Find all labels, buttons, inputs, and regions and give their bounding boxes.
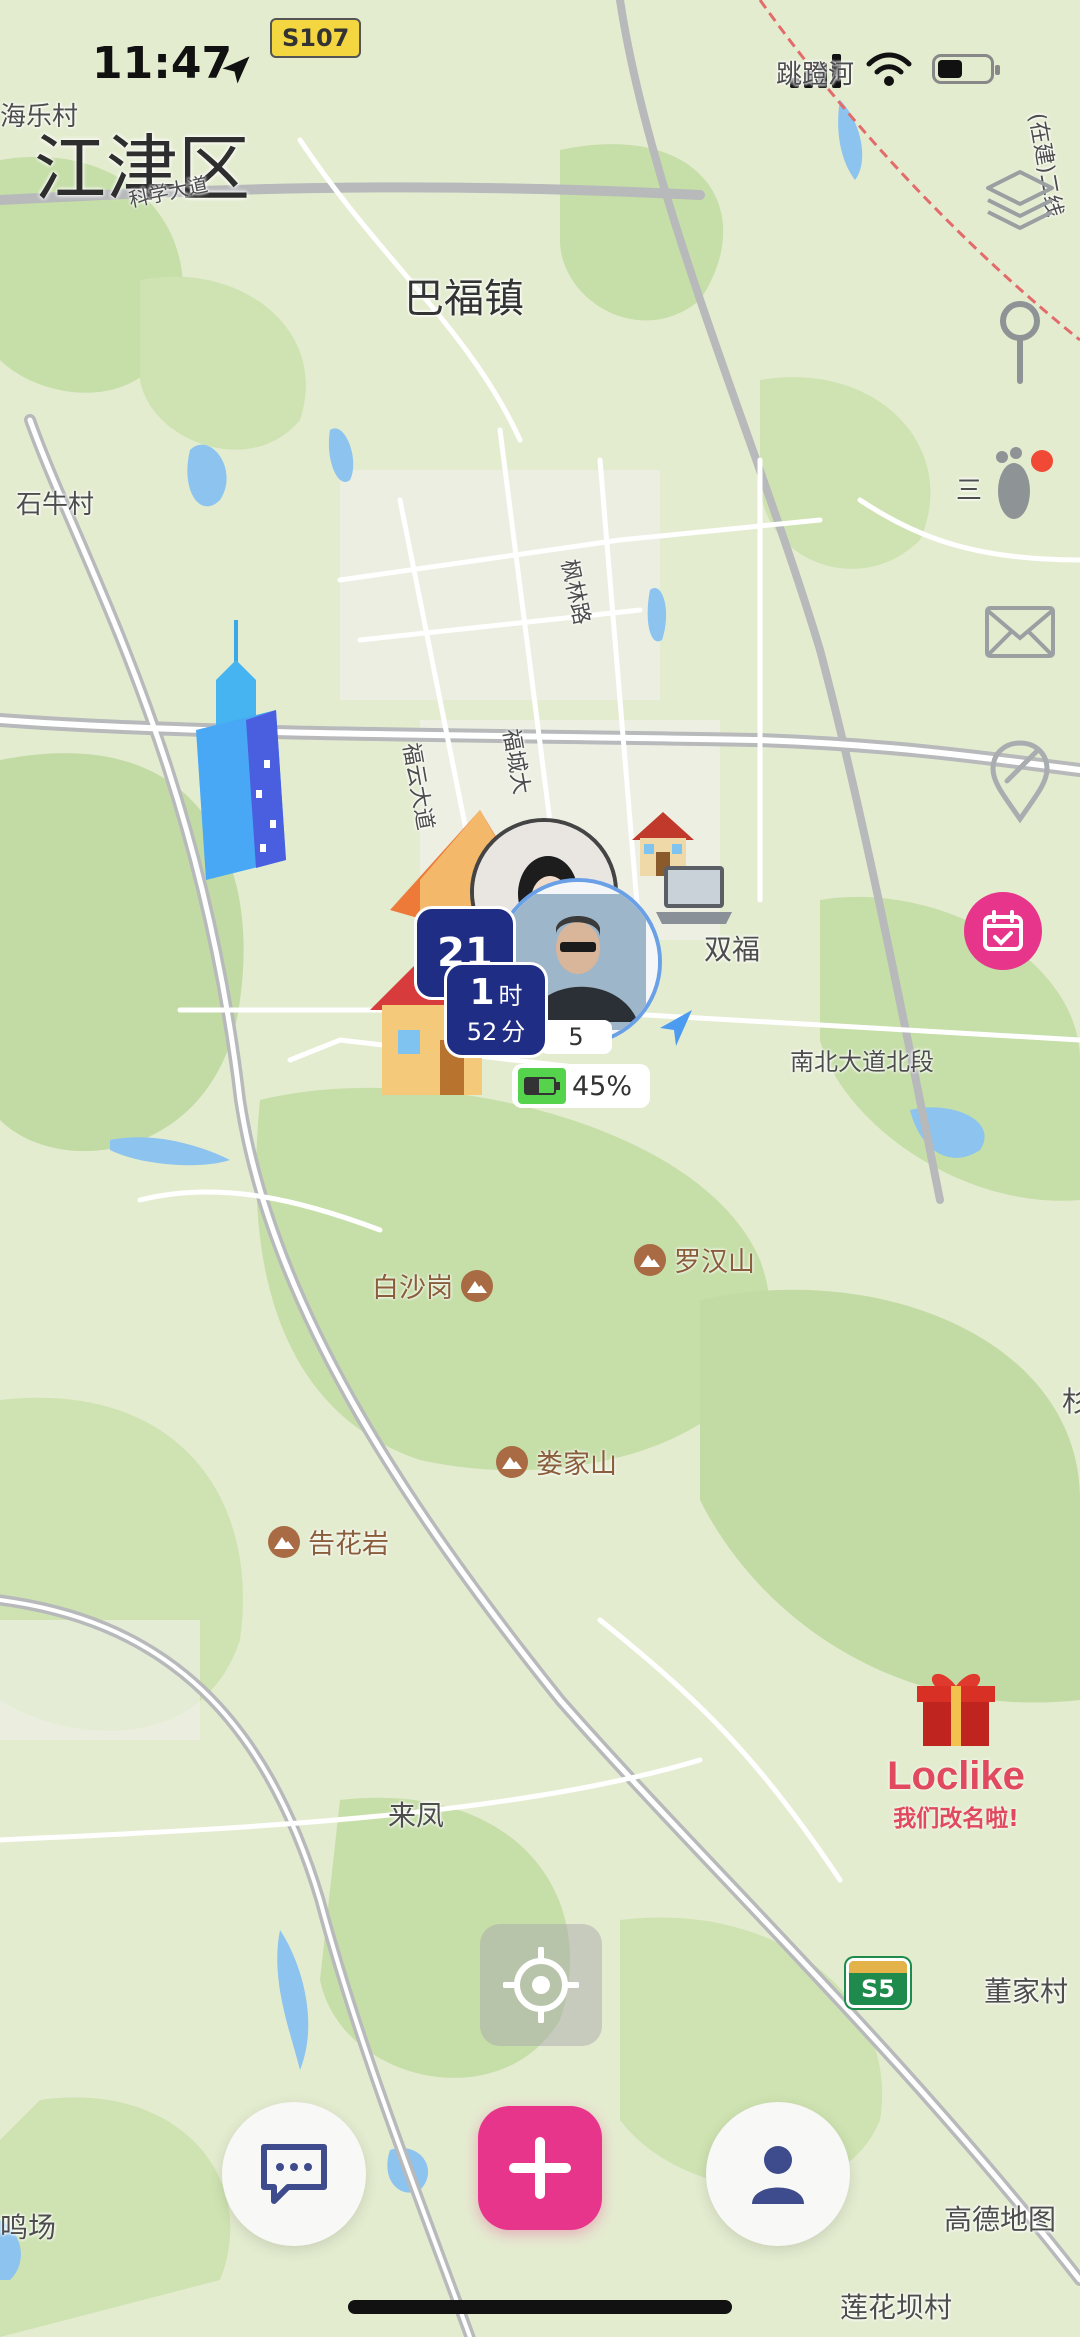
poi-gao-hua-yan[interactable]: 告花岩 (268, 1522, 389, 1561)
duration-hours: 1 (469, 972, 495, 1013)
map-label-ba-fu-zhen: 巴福镇 (404, 276, 524, 322)
map-label-san: 三 (956, 476, 983, 506)
location-arrow-icon (222, 56, 250, 84)
locate-icon (503, 1947, 579, 2023)
map-label-lian-hua-ba-cun: 莲花坝村 (840, 2291, 953, 2324)
battery-percent: 45% (572, 1070, 633, 1102)
profile-icon (752, 2146, 804, 2204)
map-label-nan-bei-da-dao: 南北大道北段 (790, 1048, 934, 1076)
duration-hours-row: 1时 (447, 973, 545, 1016)
promo-subtitle: 我们改名啦! (893, 1806, 1019, 1832)
pin-button[interactable] (980, 300, 1060, 384)
battery-status-icon (932, 54, 1000, 84)
duration-minutes: 52 (466, 1018, 498, 1046)
battery-fill (526, 1079, 539, 1093)
poi-luo-han-shan[interactable]: 罗汉山 (634, 1240, 755, 1279)
partial-label: 5 (540, 1020, 612, 1054)
pin-icon (1000, 301, 1040, 384)
locate-button[interactable] (480, 1924, 602, 2046)
add-button[interactable] (478, 2106, 602, 2230)
poi-label: 白沙岗 (372, 1273, 453, 1304)
map-label-tiao: 跳蹬河 (776, 60, 855, 90)
laptop-icon (656, 866, 732, 924)
map-label-lai-feng: 来凤 (388, 1799, 445, 1832)
layers-button[interactable] (980, 160, 1060, 240)
mountain-icon (268, 1525, 300, 1558)
calendar-button[interactable] (964, 892, 1042, 970)
road-badge: S107 (270, 18, 362, 58)
poi-lou-jia-shan[interactable]: 娄家山 (496, 1442, 617, 1481)
highway-s5-label: S5 (861, 1975, 895, 2003)
poi-label: 娄家山 (536, 1449, 617, 1480)
tag-button[interactable] (980, 740, 1060, 823)
add-icon (509, 2137, 571, 2199)
wifi-icon (866, 52, 912, 86)
promo-brand: Loclike (887, 1754, 1025, 1798)
duration-hour-unit: 时 (498, 982, 523, 1010)
gift-icon (917, 1673, 995, 1746)
chat-icon (261, 2144, 327, 2204)
poi-label: 告花岩 (308, 1529, 389, 1560)
tag-icon (990, 740, 1050, 823)
map-label-ming-chang: 鸣场 (0, 2211, 57, 2244)
mountain-icon (461, 1269, 493, 1302)
footprint-icon (996, 447, 1053, 519)
gift-promo[interactable]: Loclike 我们改名啦! (876, 1660, 1036, 1833)
friend-battery-badge: 45% (512, 1064, 650, 1108)
mail-icon (985, 606, 1055, 658)
poi-label: 罗汉山 (674, 1247, 755, 1278)
amap-watermark: 高德地图 (944, 2203, 1057, 2236)
mountain-icon (634, 1243, 666, 1276)
mail-button[interactable] (980, 592, 1060, 672)
map-label-shuang-fu: 双福 (704, 933, 761, 966)
status-time: 11:47 (92, 38, 233, 89)
home-indicator (348, 2300, 732, 2314)
layers-icon (986, 170, 1054, 230)
calendar-icon (983, 910, 1023, 951)
footprint-button[interactable] (980, 446, 1060, 526)
my-location-arrow-icon (660, 1010, 692, 1046)
chat-button[interactable] (222, 2102, 366, 2246)
skyscraper-icon (196, 620, 286, 880)
map-label-dong-jia-cun: 董家村 (984, 1975, 1069, 2008)
mountain-icon (496, 1445, 528, 1478)
map-label-hai-le-cun: 海乐村 (0, 102, 79, 132)
poi-bai-sha-gang[interactable]: 白沙岗 (372, 1266, 493, 1305)
partial-label-text: 5 (568, 1023, 584, 1051)
map-label-edge: 杉 (1062, 1385, 1080, 1418)
duration-minutes-row: 52 分 (447, 1016, 545, 1048)
highway-s5-badge: S5 (846, 1958, 910, 2008)
battery-icon (518, 1068, 566, 1104)
map-label-shi-niu-cun: 石牛村 (16, 490, 95, 520)
profile-button[interactable] (706, 2102, 850, 2246)
duration-badge[interactable]: 1时 52 分 (444, 962, 548, 1058)
duration-minute-unit: 分 (501, 1018, 526, 1046)
